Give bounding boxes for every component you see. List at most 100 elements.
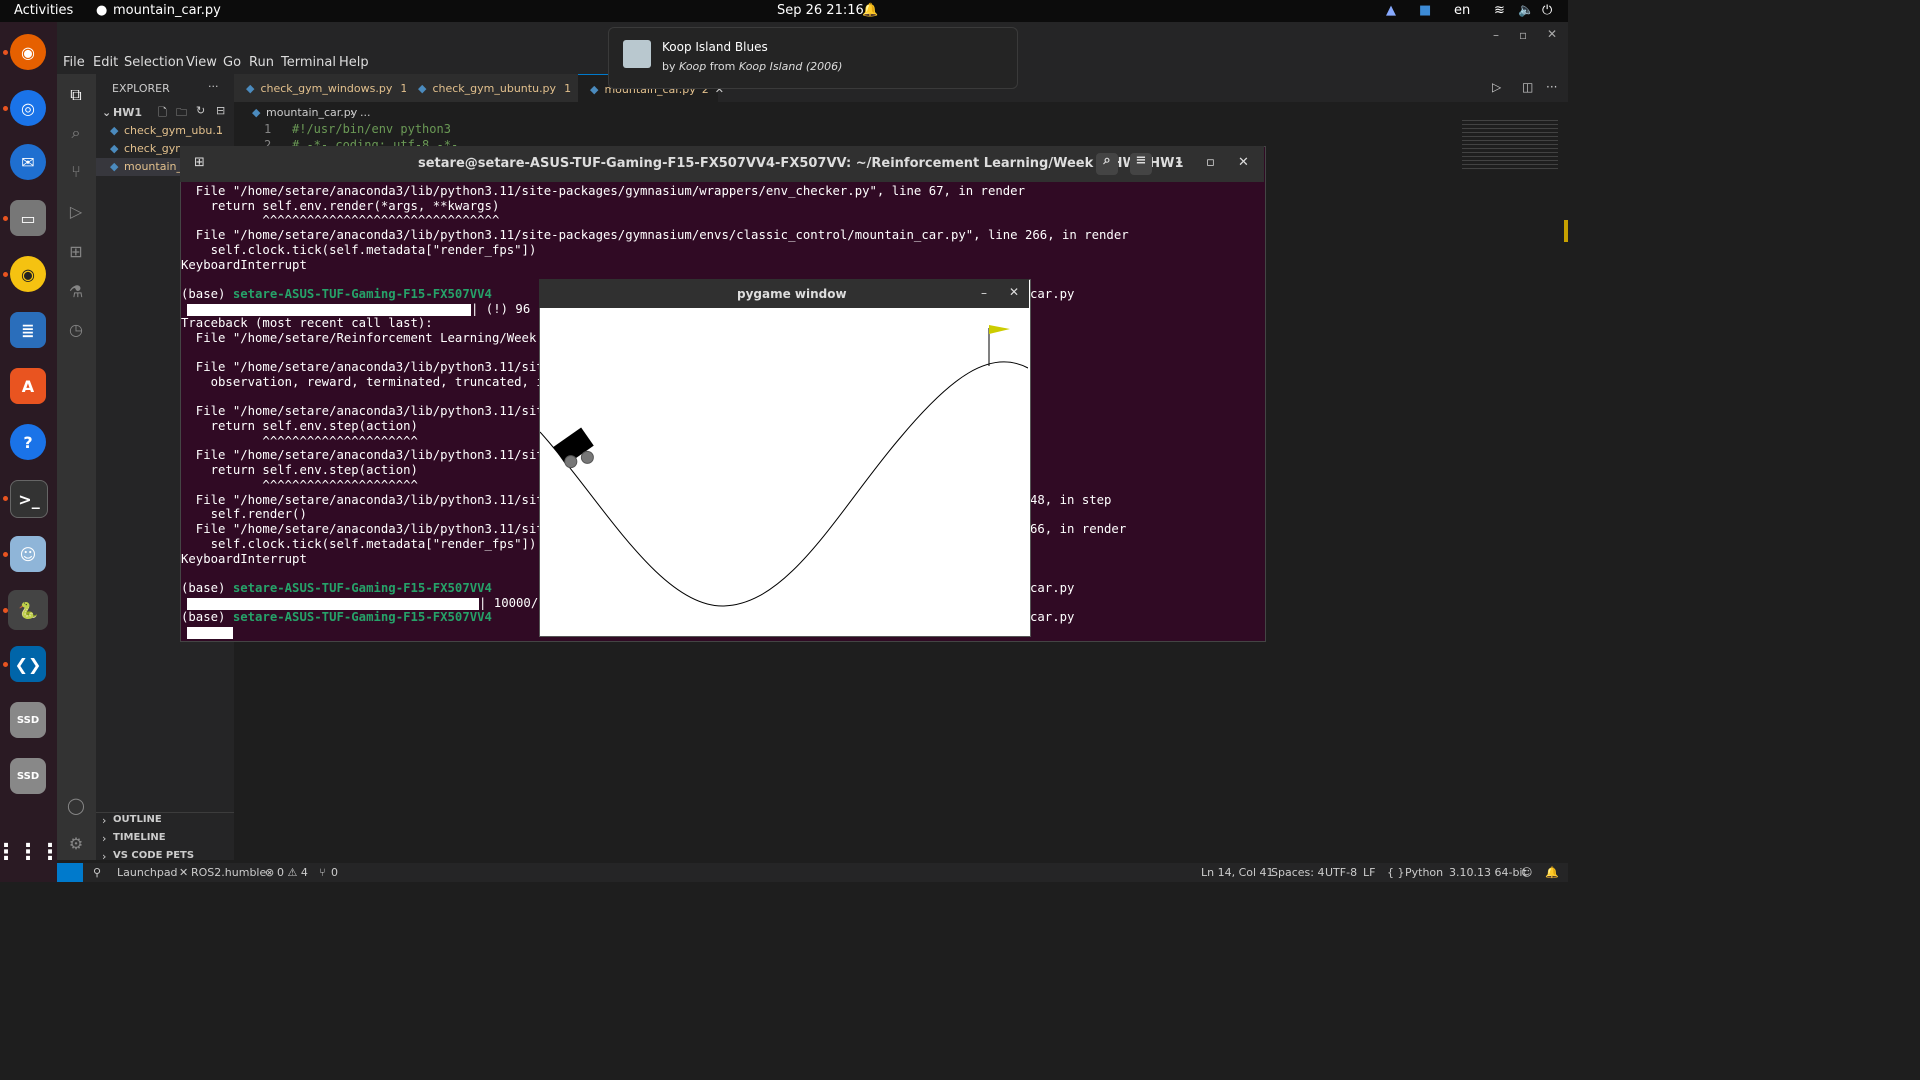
breadcrumb-separator-icon: › [350,106,355,119]
explorer-icon[interactable]: ⧉ [65,84,87,106]
progress-bar [187,597,479,610]
close-icon[interactable]: ✕ [1547,27,1557,41]
status-position[interactable]: Ln 14, Col 41 [1201,866,1274,879]
volume-icon[interactable]: 🔈 [1518,3,1534,18]
search-icon[interactable]: ⌕ [65,122,87,144]
remote-indicator-icon[interactable] [57,863,83,882]
remote-explorer-icon[interactable]: ◷ [65,318,87,340]
status-problems[interactable]: 0 ⚠ 4 [277,866,308,879]
folder-chevron-icon[interactable]: ⌄ [102,106,111,119]
minimize-icon[interactable]: – [1176,155,1183,170]
ssd-drive-icon[interactable]: SSD [10,702,46,738]
split-editor-icon[interactable]: ◫ [1522,80,1533,94]
terminal-line: observation, reward, terminated, truncat… [181,375,544,389]
notifications-bell-icon[interactable]: 🔔 [1545,866,1559,879]
status-interpreter[interactable]: 3.10.13 64-bit [1449,866,1527,879]
tab-check-gym-windows[interactable]: ◆ check_gym_windows.py 1 [234,74,407,102]
new-file-icon[interactable]: 🗋 [158,104,167,123]
collapse-icon[interactable]: ⊟ [216,104,225,117]
keyboard-layout-indicator[interactable]: en [1454,3,1470,18]
menu-run[interactable]: Run [249,55,274,70]
show-apps-icon[interactable]: ⋮⋮⋮ [0,834,61,870]
tray-sync-icon[interactable]: ■ [1419,3,1431,18]
settings-gear-icon[interactable]: ⚙ [65,832,87,854]
python-file-icon: ◆ [246,81,255,95]
tray-app-icon[interactable]: ▲ [1386,3,1396,18]
status-language[interactable]: Python [1405,866,1443,879]
menu-go[interactable]: Go [223,55,241,70]
outline-section[interactable]: OUTLINE [113,814,162,825]
list-item[interactable]: ◆ check_gym_ubu... 1 [96,122,234,140]
power-icon[interactable]: ⏻ [1542,3,1552,18]
progress-line: | (!) 96 [181,302,530,317]
status-eol[interactable]: LF [1363,866,1375,879]
more-actions-icon[interactable]: ··· [208,80,219,93]
terminal-line: ^^^^^^^^^^^^^^^^^^^^^ [181,478,418,492]
pygame-icon[interactable]: 🐍 [8,590,48,630]
close-icon[interactable]: ✕ [1238,155,1249,170]
notification-body: by Koop from Koop Island (2006) [662,60,842,73]
feedback-icon[interactable]: ☺ [1521,866,1532,879]
vscode-pets-section[interactable]: VS CODE PETS [113,850,194,861]
menu-help[interactable]: Help [339,55,369,70]
run-debug-icon[interactable]: ▷ [65,200,87,222]
account-icon[interactable]: ◯ [65,794,87,816]
wifi-icon[interactable]: ≋ [1494,3,1505,18]
running-indicator [3,608,8,613]
new-tab-icon[interactable]: ⊞ [194,155,205,170]
anime-app-icon[interactable]: ☺ [10,536,46,572]
prompt-user-host: setare-ASUS-TUF-Gaming-F15-FX507VV4 [232,610,492,624]
maximize-icon[interactable]: ▫ [1519,28,1527,42]
new-folder-icon[interactable]: 🗀 [176,104,187,123]
app-menu-label[interactable]: mountain_car.py [113,3,221,18]
writer-icon[interactable]: ≣ [10,312,46,348]
running-indicator [3,552,8,557]
tab-check-gym-ubuntu[interactable]: ◆ check_gym_ubuntu.py 1 [406,74,578,102]
status-launchpad[interactable]: Launchpad [117,866,178,879]
help-icon[interactable]: ? [10,424,46,460]
menu-file[interactable]: File [63,55,85,70]
folder-hw1[interactable]: HW1 [113,106,142,119]
firefox-icon[interactable]: ◉ [10,34,46,70]
breadcrumb-file[interactable]: mountain_car.py [266,106,357,119]
status-ros[interactable]: ROS2.humble [191,866,266,879]
extensions-icon[interactable]: ⊞ [65,240,87,262]
run-icon[interactable]: ▷ [1492,80,1501,94]
timeline-section[interactable]: TIMELINE [113,832,166,843]
clock[interactable]: Sep 26 21:16 [777,3,864,18]
menu-view[interactable]: View [186,55,217,70]
testing-icon[interactable]: ⚗ [65,280,87,302]
menu-selection[interactable]: Selection [124,55,184,70]
terminal-icon[interactable]: >_ [10,480,48,518]
rhythmbox-icon[interactable]: ◉ [10,256,46,292]
status-ports[interactable]: 0 [331,866,338,879]
files-icon[interactable]: ▭ [10,200,46,236]
close-icon[interactable]: ✕ [1009,285,1019,299]
minimize-icon[interactable]: – [981,286,987,300]
menu-edit[interactable]: Edit [93,55,118,70]
chrome-icon[interactable]: ◎ [10,90,46,126]
status-encoding[interactable]: UTF-8 [1325,866,1357,879]
status-spaces[interactable]: Spaces: 4 [1271,866,1324,879]
code-line[interactable]: #!/usr/bin/env python3 [292,122,451,136]
thunderbird-icon[interactable]: ✉ [10,144,46,180]
breadcrumb-rest[interactable]: ... [360,106,371,119]
maximize-icon[interactable]: ▫ [1206,155,1215,170]
top-bar: Activities ● mountain_car.py Sep 26 21:1… [0,0,1568,22]
ssd-drive-icon[interactable]: SSD [10,758,46,794]
prompt-user-host: setare-ASUS-TUF-Gaming-F15-FX507VV4 [232,581,492,595]
minimize-icon[interactable]: – [1493,28,1499,42]
search-icon[interactable]: ⌕ [1096,153,1118,175]
pygame-title: pygame window [737,287,847,301]
refresh-icon[interactable]: ↻ [196,104,205,117]
media-notification[interactable]: Koop Island Blues by Koop from Koop Isla… [608,27,1018,89]
app-menu-icon[interactable]: ● [96,3,107,18]
more-actions-icon[interactable]: ··· [1546,80,1557,94]
minimap[interactable] [1462,120,1558,170]
app-center-icon[interactable]: A [10,368,46,404]
menu-terminal[interactable]: Terminal [281,55,336,70]
activities-button[interactable]: Activities [14,3,73,18]
source-control-icon[interactable]: ⑂ [65,160,87,182]
hamburger-menu-icon[interactable]: ≡ [1130,153,1152,175]
vscode-icon[interactable]: ❮❯ [10,646,46,682]
